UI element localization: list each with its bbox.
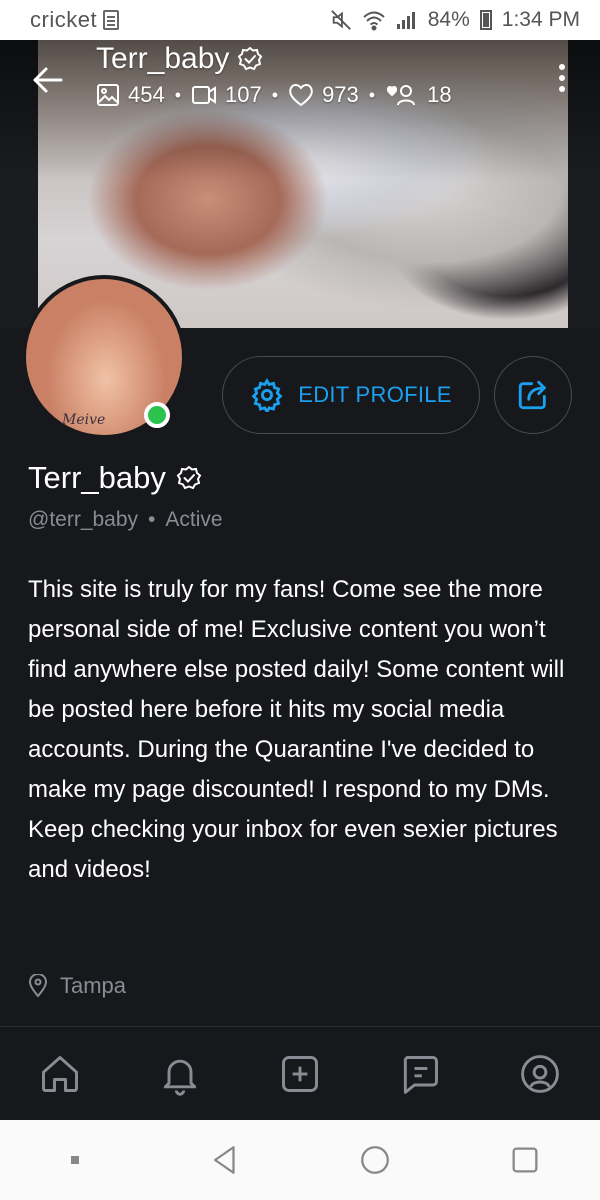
battery-icon [479,10,492,30]
verified-icon [176,465,202,490]
location-text: Tampa [60,973,127,998]
location-pin-icon [28,974,48,998]
cover-username: Terr_baby [96,42,230,75]
nav-new-post[interactable] [270,1044,330,1104]
carrier-label: cricket [30,7,98,32]
handle: @terr_baby [28,508,139,531]
sys-overview-button[interactable] [495,1130,555,1190]
mute-icon [330,10,351,30]
handle-separator: • [148,508,156,531]
cover-shade [0,40,600,180]
home-icon [42,1055,78,1092]
system-navigation [0,1120,600,1200]
share-button[interactable] [494,356,572,434]
nav-notifications[interactable] [150,1044,210,1104]
edit-profile-label: EDIT PROFILE [298,382,452,407]
stat-photos-count: 454 [128,82,165,107]
sim-card-icon [103,10,120,30]
video-icon [192,86,217,104]
gear-icon [251,378,283,412]
home-circle-icon [361,1146,389,1174]
message-icon [403,1055,438,1094]
more-dot [559,86,565,92]
back-button[interactable] [28,60,68,100]
avatar-caption: Meive [62,412,106,428]
share-icon [518,380,546,410]
sys-recents-indicator[interactable] [45,1130,105,1190]
stat-separator: • [271,84,279,105]
recents-dot-icon [71,1156,79,1164]
stat-videos[interactable]: 107 [191,82,262,108]
display-name: Terr_baby [28,460,202,496]
wifi-icon [363,11,385,31]
status-indicators: 84% 1:34 PM [330,8,580,32]
cover-title: Terr_baby [96,42,263,76]
stat-videos-count: 107 [225,82,262,107]
overview-square-icon [512,1147,538,1173]
stat-likes[interactable]: 973 [288,82,359,108]
stat-separator: • [174,84,182,105]
verified-icon [238,46,263,71]
nav-profile[interactable] [510,1044,570,1104]
stat-photos[interactable]: 454 [96,82,165,108]
stat-fans[interactable]: 18 [385,82,452,108]
back-triangle-icon [213,1146,235,1174]
handle-line: @terr_baby • Active [28,508,223,532]
signal-icon [396,12,415,29]
image-icon [97,84,119,106]
bell-icon [163,1059,197,1096]
nav-messages[interactable] [390,1044,450,1104]
plus-square-icon [282,1055,318,1092]
more-dot [559,64,565,70]
edit-profile-button[interactable]: EDIT PROFILE [222,356,480,434]
fans-icon [387,85,416,106]
stat-fans-count: 18 [427,82,452,107]
profile-stats: 454 • 107 • 973 • 18 [96,82,452,108]
arrow-left-icon [33,67,63,93]
profile-icon [521,1054,559,1093]
heart-icon [289,84,313,107]
activity-status: Active [165,508,223,531]
stat-separator: • [368,84,376,105]
stat-likes-count: 973 [322,82,359,107]
nav-home[interactable] [30,1044,90,1104]
status-bar: cricket 84% 1:34 PM [0,0,600,40]
bio-text: This site is truly for my fans! Come see… [28,576,565,883]
display-name-text: Terr_baby [28,460,166,495]
location: Tampa [28,973,126,999]
sys-home-button[interactable] [345,1130,405,1190]
more-dot [559,75,565,81]
clock: 1:34 PM [501,8,580,31]
bottom-navigation [0,1026,600,1120]
more-options-button[interactable] [550,58,574,98]
sys-back-button[interactable] [195,1130,255,1190]
battery-percent: 84% [427,8,470,31]
online-status-dot [144,402,170,428]
